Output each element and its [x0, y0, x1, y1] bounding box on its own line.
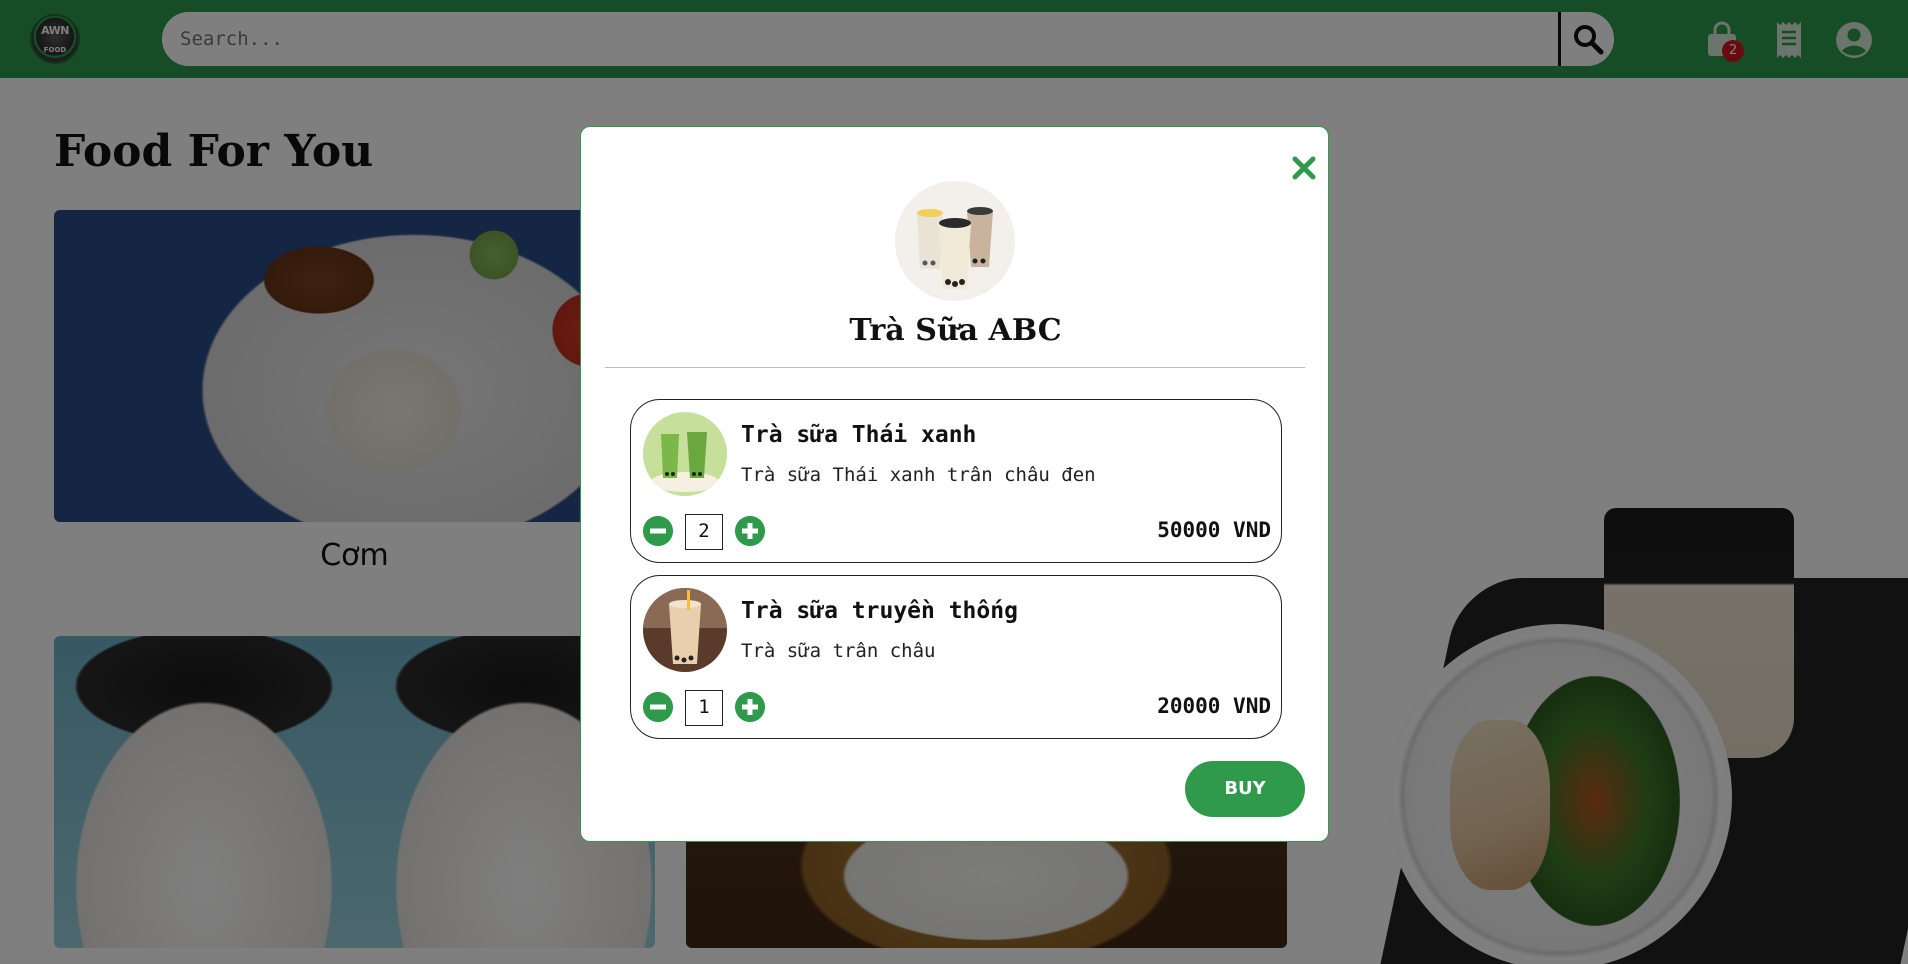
- close-icon[interactable]: [1289, 153, 1319, 183]
- shop-name: Trà Sữa ABC: [849, 313, 1062, 348]
- item-name: Trà sữa Thái xanh: [741, 422, 977, 448]
- item-price: 50000 VND: [1157, 518, 1271, 542]
- item-price: 20000 VND: [1157, 694, 1271, 718]
- decrease-quantity-button[interactable]: [643, 516, 673, 546]
- quantity-field[interactable]: 2: [685, 514, 723, 550]
- item-image: [643, 588, 727, 672]
- cart-item: Trà sữa Thái xanh Trà sữa Thái xanh trân…: [630, 399, 1282, 563]
- divider: [605, 367, 1305, 368]
- increase-quantity-button[interactable]: [735, 516, 765, 546]
- cart-modal: Trà Sữa ABC Trà sữa Thái xanh Trà sữa Th…: [580, 126, 1329, 842]
- shop-avatar: [895, 181, 1015, 301]
- item-description: Trà sữa Thái xanh trân châu đen: [741, 464, 1096, 486]
- increase-quantity-button[interactable]: [735, 692, 765, 722]
- buy-button[interactable]: BUY: [1185, 761, 1305, 817]
- quantity-field[interactable]: 1: [685, 690, 723, 726]
- item-image: [643, 412, 727, 496]
- decrease-quantity-button[interactable]: [643, 692, 673, 722]
- item-name: Trà sữa truyền thống: [741, 598, 1018, 624]
- item-description: Trà sữa trân châu: [741, 640, 936, 662]
- cart-item: Trà sữa truyền thống Trà sữa trân châu 1…: [630, 575, 1282, 739]
